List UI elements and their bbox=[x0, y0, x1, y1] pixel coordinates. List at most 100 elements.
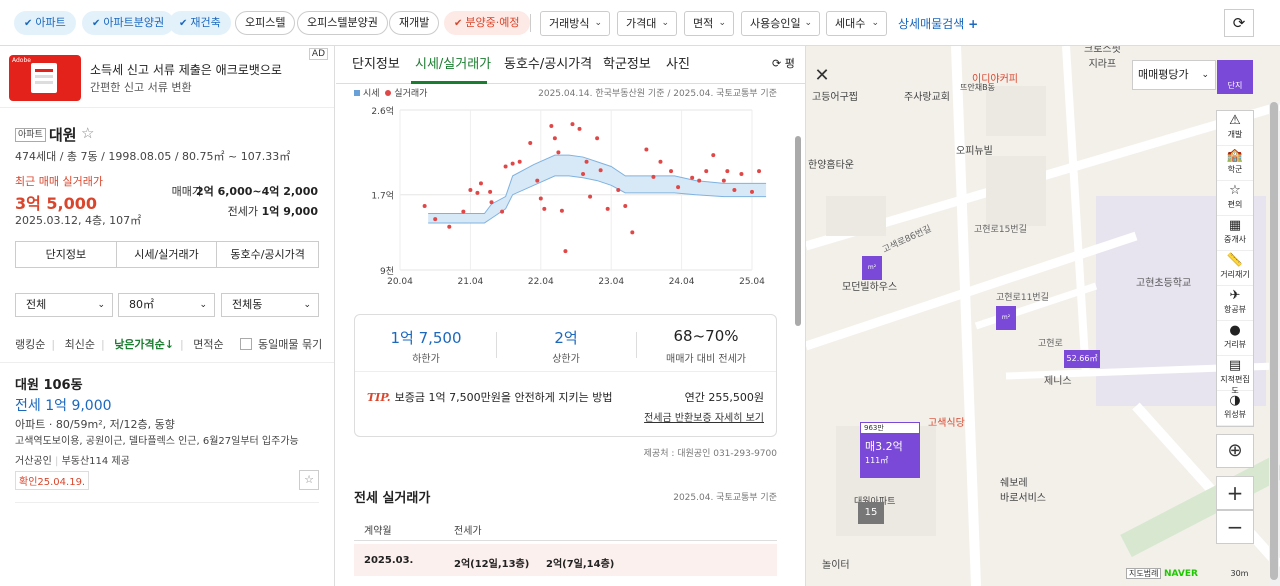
map-icon: ▤ bbox=[1228, 358, 1242, 373]
listing-panel: Adobe 소득세 신고 서류 제출은 애크로뱃으로 간편한 신고 서류 변환 … bbox=[0, 46, 335, 586]
listing-count-marker[interactable]: 15 bbox=[858, 502, 884, 524]
ctrl-convenience[interactable]: ☆ 편의 bbox=[1217, 181, 1253, 216]
tab-school[interactable]: 학군정보 bbox=[603, 53, 651, 72]
trade-point bbox=[549, 124, 554, 128]
map-label: 뜨안채B동 bbox=[960, 83, 995, 92]
map-controls: ⚠ 개발 🏫 학군 ☆ 편의 ▦ 중개사 📏 거리재기 ✈ 항공뷰 ● 거리뷰 ▤ 지적편집도 … bbox=[1216, 110, 1254, 427]
filter-presale-upcoming[interactable]: ✔ 분양중·예정 bbox=[444, 11, 530, 35]
divider bbox=[15, 502, 319, 503]
school-icon: 🏫 bbox=[1226, 148, 1244, 163]
dropdown-area[interactable]: 면적 ⌄ bbox=[684, 11, 734, 36]
col-lease: 전세가 bbox=[454, 526, 482, 537]
tab-unit-price[interactable]: 동호수/공시가격 bbox=[217, 242, 318, 267]
listing-desc: 고색역도보이용, 공원이근, 델타플렉스 인근, 6월27일부터 입주가능 bbox=[15, 436, 299, 447]
select-area[interactable]: 80㎡ ⌄ bbox=[118, 293, 215, 317]
tab-unit-price[interactable]: 동호수/공시가격 bbox=[504, 53, 592, 72]
close-icon[interactable]: ✕ bbox=[808, 62, 836, 90]
trade-point bbox=[581, 172, 586, 176]
map-scrollbar[interactable] bbox=[1269, 102, 1279, 586]
pyeong-toggle[interactable]: ⟳ 평 bbox=[772, 55, 795, 71]
tip-fee: 연간 255,500원 bbox=[684, 391, 764, 404]
tab-complex-info[interactable]: 단지정보 bbox=[352, 53, 400, 72]
scrollbar[interactable] bbox=[794, 88, 802, 583]
bookmark-button[interactable]: ☆ bbox=[299, 470, 319, 490]
zoom-out-button[interactable]: − bbox=[1216, 510, 1254, 544]
crosshair-icon: ⊕ bbox=[1227, 440, 1243, 461]
development-icon: ⚠ bbox=[1229, 113, 1241, 128]
chevron-down-icon: ⌄ bbox=[199, 300, 207, 310]
sort-latest[interactable]: 최신순 bbox=[65, 338, 95, 351]
filter-officetel[interactable]: 오피스텔 bbox=[235, 11, 296, 35]
lease-label: 전세가 bbox=[227, 205, 258, 218]
locate-button[interactable]: ⊕ bbox=[1216, 434, 1254, 468]
tab-market-price[interactable]: 시세/실거래가 bbox=[415, 53, 491, 72]
row-value-1: 2억(12일,13층) bbox=[454, 559, 530, 570]
sort-ranking[interactable]: 랭킹순 bbox=[15, 338, 45, 351]
area-tag[interactable]: 52.66㎡ bbox=[1064, 350, 1100, 368]
same-listing-checkbox[interactable]: 동일매물 묶기 bbox=[240, 336, 322, 352]
refresh-button[interactable]: ⟳ bbox=[1224, 9, 1254, 37]
select-trade[interactable]: 전체 ⌄ bbox=[15, 293, 113, 317]
ctrl-streetview[interactable]: ● 거리뷰 bbox=[1217, 321, 1253, 356]
active-tab-indicator bbox=[411, 81, 487, 84]
detail-tabs: 단지정보 시세/실거래가 동호수/공시가격 학군정보 사진 ⟳ 평 bbox=[336, 46, 805, 84]
zoom-in-button[interactable]: + bbox=[1216, 476, 1254, 510]
trade-point bbox=[676, 185, 681, 190]
stat-low-label: 하한가 bbox=[412, 354, 440, 365]
ctrl-satellite[interactable]: ◑ 위성뷰 bbox=[1217, 391, 1253, 426]
ad-banner[interactable]: Adobe 소득세 신고 서류 제출은 애크로뱃으로 간편한 신고 서류 변환 … bbox=[0, 46, 334, 108]
tab-price[interactable]: 시세/실거래가 bbox=[117, 242, 218, 267]
guarantee-link[interactable]: 전세금 반환보증 자세히 보기 bbox=[644, 409, 764, 424]
building bbox=[986, 156, 1046, 226]
recent-trade-price: 3억 5,000 bbox=[15, 194, 98, 213]
trade-point bbox=[750, 189, 754, 194]
map-label: 한양홈타운 bbox=[808, 160, 854, 171]
tab-photo[interactable]: 사진 bbox=[666, 53, 690, 72]
dropdown-approval-date[interactable]: 사용승인일 ⌄ bbox=[741, 11, 820, 36]
dropdown-households[interactable]: 세대수 ⌄ bbox=[826, 11, 887, 36]
stat-ratio-label: 매매가 대비 전세가 bbox=[666, 354, 746, 365]
map-price-select[interactable]: 매매평당가 ⌄ bbox=[1132, 60, 1216, 90]
filter-apartment[interactable]: ✔ 아파트 bbox=[14, 11, 76, 35]
scroll-thumb[interactable] bbox=[1270, 102, 1278, 580]
ctrl-development[interactable]: ⚠ 개발 bbox=[1217, 111, 1253, 146]
tab-complex-info[interactable]: 단지정보 bbox=[16, 242, 117, 267]
filter-reconstruction[interactable]: ✔ 재건축 bbox=[169, 11, 231, 35]
favorite-star-icon[interactable]: ☆ bbox=[81, 124, 94, 142]
detail-search-link[interactable]: 상세매물검색 + bbox=[898, 15, 978, 32]
map-pin-icon[interactable]: m² bbox=[996, 306, 1016, 330]
ctrl-aerial[interactable]: ✈ 항공뷰 bbox=[1217, 286, 1253, 321]
plus-icon: + bbox=[968, 17, 979, 31]
dropdown-price[interactable]: 가격대 ⌄ bbox=[617, 11, 677, 36]
chart-source: 2025.04.14. 한국부동산원 기준 / 2025.04. 국토교통부 기… bbox=[538, 89, 777, 99]
y-tick-label: 1.7억 bbox=[371, 190, 394, 202]
dropdown-trade-type[interactable]: 거래방식 ⌄ bbox=[540, 11, 610, 36]
sort-area[interactable]: 면적순 bbox=[193, 338, 223, 351]
filter-apartment-presale[interactable]: ✔ 아파트분양권 bbox=[82, 11, 175, 35]
sort-lowest-price[interactable]: 낮은가격순↓ bbox=[114, 338, 174, 351]
map-label: 모던빌하우스 bbox=[842, 282, 898, 293]
ctrl-agent[interactable]: ▦ 중개사 bbox=[1217, 216, 1253, 251]
trade-point bbox=[725, 169, 730, 174]
scroll-thumb[interactable] bbox=[795, 136, 801, 326]
map-footer: 지도범례 NAVER 30m bbox=[1126, 568, 1248, 579]
row-month: 2025.03. bbox=[364, 555, 414, 566]
map-legend-button[interactable]: 지도범례 bbox=[1126, 568, 1162, 579]
select-building[interactable]: 전체동 ⌄ bbox=[221, 293, 319, 317]
divider bbox=[636, 332, 637, 358]
x-tick-label: 20.04 bbox=[387, 277, 413, 287]
ctrl-measure[interactable]: 📏 거리재기 bbox=[1217, 251, 1253, 286]
trade-point bbox=[556, 150, 561, 155]
filter-officetel-presale[interactable]: 오피스텔분양권 bbox=[297, 11, 388, 35]
danji-button[interactable]: 단지 bbox=[1217, 60, 1253, 94]
ctrl-school[interactable]: 🏫 학군 bbox=[1217, 146, 1253, 181]
chevron-down-icon: ⌄ bbox=[871, 18, 879, 28]
trade-point bbox=[595, 136, 600, 141]
ctrl-cadastral[interactable]: ▤ 지적편집도 bbox=[1217, 356, 1253, 395]
price-callout[interactable]: 963만 매3.2억 111㎡ bbox=[860, 422, 920, 478]
detail-panel: 단지정보 시세/실거래가 동호수/공시가격 학군정보 사진 ⟳ 평 시세 실거래… bbox=[336, 46, 806, 586]
map-pin-icon[interactable]: m² bbox=[862, 256, 882, 280]
filter-redevelopment[interactable]: 재개발 bbox=[389, 11, 440, 35]
map-area[interactable]: 크로스핏 지라프 이디야커피 고등어구찝 주사랑교회 뜨안채B동 오피뉴빌 한양홈… bbox=[806, 46, 1280, 586]
x-tick-label: 24.04 bbox=[669, 277, 695, 287]
